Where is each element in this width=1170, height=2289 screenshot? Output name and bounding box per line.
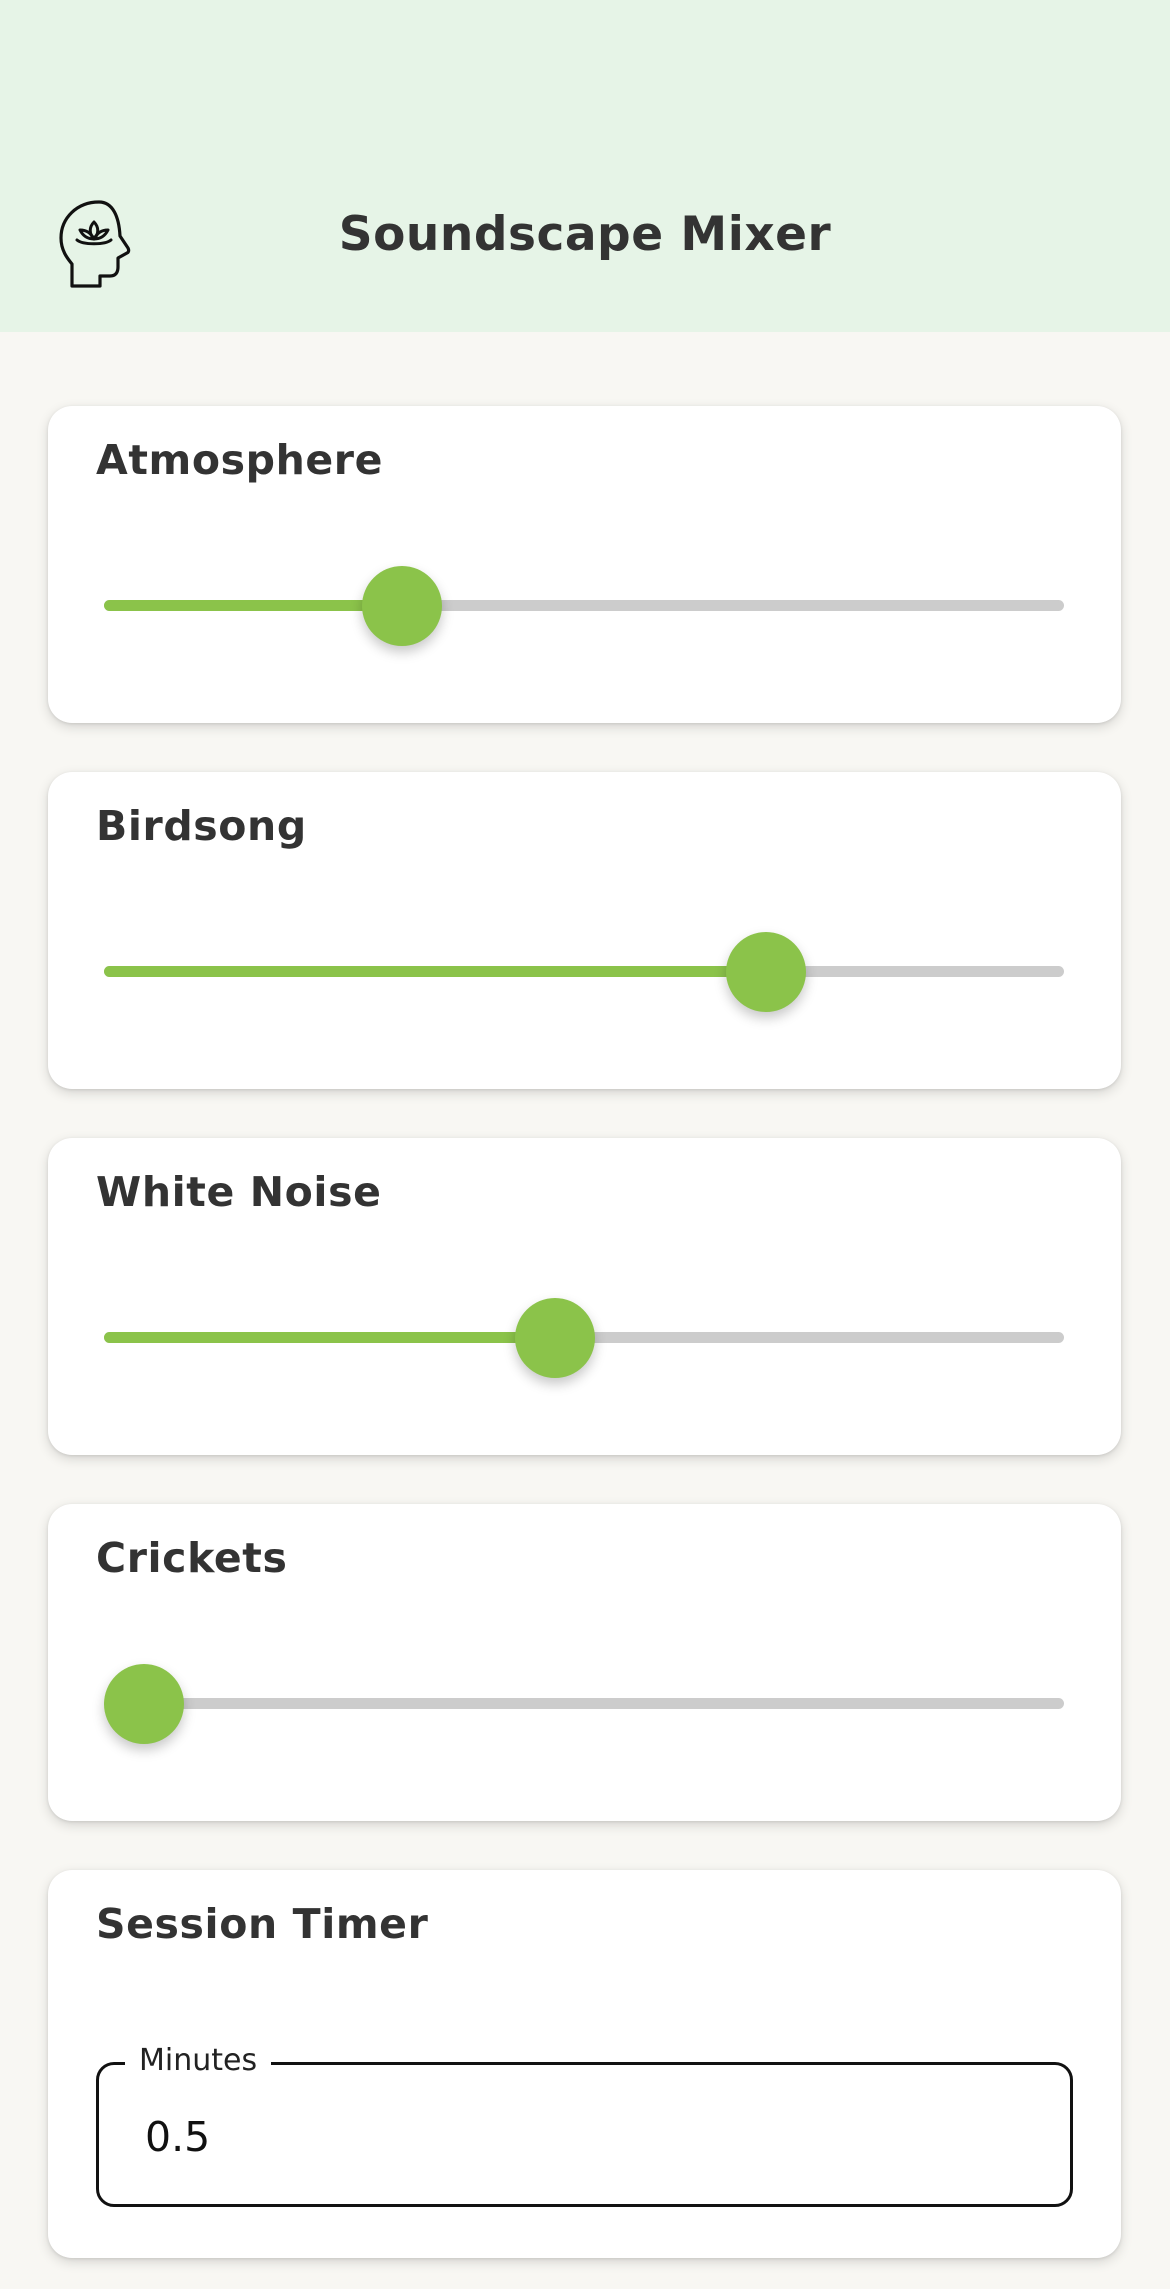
app-title: Soundscape Mixer: [338, 207, 832, 262]
slider-thumb[interactable]: [726, 932, 806, 1012]
channel-label: Crickets: [96, 1534, 288, 1582]
slider-fill: [104, 1332, 555, 1343]
slider-thumb[interactable]: [362, 566, 442, 646]
slider-fill: [104, 600, 402, 611]
timer-title: Session Timer: [96, 1900, 429, 1948]
channel-card-white-noise: White Noise: [48, 1138, 1121, 1455]
birdsong-volume-slider[interactable]: [104, 932, 1064, 1012]
channel-card-crickets: Crickets: [48, 1504, 1121, 1821]
crickets-volume-slider[interactable]: [104, 1664, 1064, 1744]
slider-thumb[interactable]: [515, 1298, 595, 1378]
minutes-field-label: Minutes: [125, 2043, 272, 2078]
minutes-value[interactable]: 0.5: [145, 2113, 210, 2161]
channel-label: Atmosphere: [96, 436, 383, 484]
slider-fill: [104, 966, 766, 977]
channel-label: Birdsong: [96, 802, 307, 850]
session-timer-card: Session Timer Minutes 0.5: [48, 1870, 1121, 2258]
app-header: Soundscape Mixer: [0, 0, 1170, 332]
slider-thumb[interactable]: [104, 1664, 184, 1744]
slider-track[interactable]: [104, 1698, 1064, 1709]
channel-card-birdsong: Birdsong: [48, 772, 1121, 1089]
minutes-input[interactable]: Minutes 0.5: [96, 2043, 1073, 2207]
channel-label: White Noise: [96, 1168, 382, 1216]
channel-card-atmosphere: Atmosphere: [48, 406, 1121, 723]
atmosphere-volume-slider[interactable]: [104, 566, 1064, 646]
white-noise-volume-slider[interactable]: [104, 1298, 1064, 1378]
